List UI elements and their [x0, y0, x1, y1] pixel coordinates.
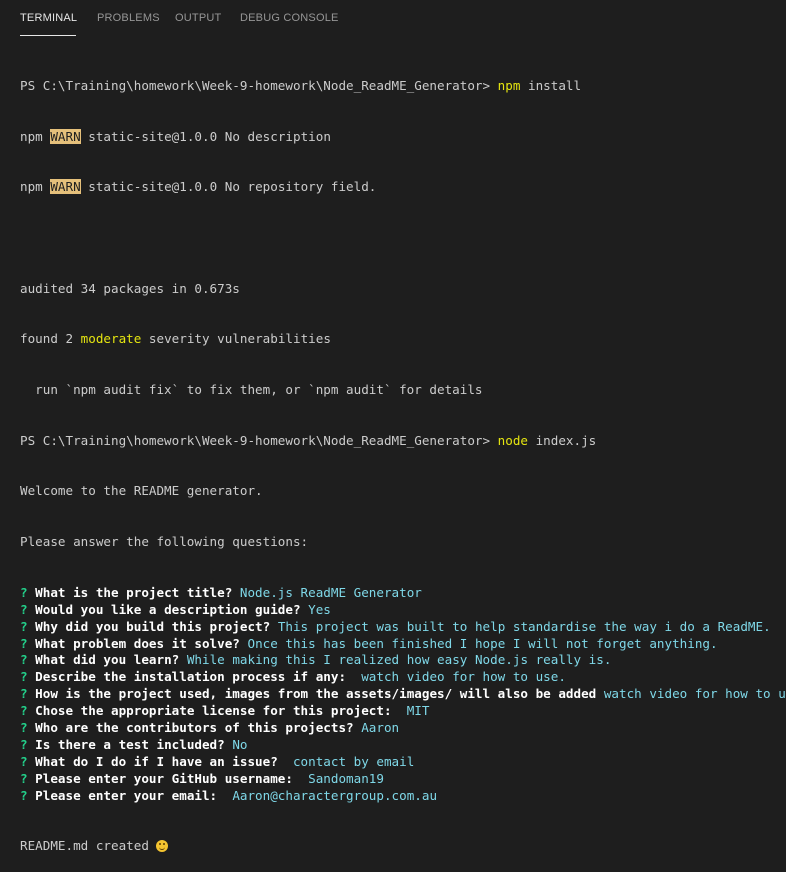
tab-output[interactable]: OUTPUT [175, 12, 221, 24]
question-text: What do I do if I have an issue? [35, 753, 293, 769]
answer-text: watch video for how to use. [603, 686, 786, 702]
answer-text: Aaron [361, 719, 400, 735]
terminal-line-welcome: Welcome to the README generator. [20, 483, 263, 499]
question-mark: ? [20, 601, 36, 617]
terminal-line-question: ? Would you like a description guide? Ye… [20, 602, 786, 619]
question-mark: ? [20, 652, 36, 668]
terminal-line-question: ? How is the project used, images from t… [20, 686, 786, 703]
answer-text: While making this I realized how easy No… [186, 652, 612, 668]
found-prefix: found 2 [20, 331, 81, 347]
answer-text: MIT [406, 703, 430, 719]
question-text: Why did you build this project? [35, 618, 278, 634]
tab-debug-console[interactable]: DEBUG CONSOLE [240, 12, 339, 24]
terminal-line-question: ? What is the project title? Node.js Rea… [20, 585, 786, 602]
question-mark: ? [20, 635, 36, 651]
question-mark: ? [20, 719, 36, 735]
terminal-line-question: ? Is there a test included? No [20, 737, 786, 754]
answer-text: No [232, 736, 248, 752]
answer-text: watch video for how to use. [361, 669, 566, 685]
found-suffix: severity vulnerabilities [141, 331, 331, 347]
severity-moderate: moderate [80, 331, 142, 347]
terminal-line-prompt: PS C:\Training\homework\Week-9-homework\… [20, 433, 786, 450]
created-text: README.md created [20, 838, 157, 854]
question-mark: ? [20, 584, 36, 600]
terminal-line-found: found 2 moderate severity vulnerabilitie… [20, 331, 786, 348]
answer-text: contact by email [292, 753, 415, 769]
terminal-line-please: Please answer the following questions: [20, 534, 309, 550]
command-name: node [497, 432, 529, 448]
question-text: Please enter your email: [35, 787, 233, 803]
question-text: Chose the appropriate license for this p… [35, 703, 407, 719]
terminal-line-question: ? Why did you build this project? This p… [20, 619, 786, 636]
terminal-line-question: ? What did you learn? While making this … [20, 652, 786, 669]
question-mark: ? [20, 669, 36, 685]
answer-text: Sandoman19 [308, 770, 384, 786]
answer-text: Once this has been finished I hope I wil… [247, 635, 718, 651]
tab-problems[interactable]: PROBLEMS [97, 12, 160, 24]
answer-text: Aaron@charactergroup.com.au [232, 787, 438, 803]
question-text: Describe the installation process if any… [35, 669, 362, 685]
warn-prefix: npm [20, 179, 51, 195]
question-mark: ? [20, 618, 36, 634]
terminal-line-fix-hint: run `npm audit fix` to fix them, or `npm… [20, 382, 483, 398]
terminal-line-question: ? Chose the appropriate license for this… [20, 703, 786, 720]
warn-tag: WARN [50, 179, 81, 195]
question-text: Is there a test included? [35, 736, 233, 752]
terminal-line-question: ? Please enter your email: Aaron@charact… [20, 788, 786, 805]
active-tab-indicator [20, 35, 76, 36]
question-text: Who are the contributors of this project… [35, 719, 362, 735]
command-args: install [520, 77, 582, 93]
question-text: What problem does it solve? [35, 635, 248, 651]
warn-prefix: npm [20, 128, 51, 144]
command-name: npm [497, 77, 521, 93]
question-list: ? What is the project title? Node.js Rea… [20, 585, 786, 805]
prompt-path: PS C:\Training\homework\Week-9-homework\… [20, 77, 498, 93]
answer-text: Yes [308, 601, 331, 617]
question-text: Please enter your GitHub username: [35, 770, 309, 786]
question-text: How is the project used, images from the… [35, 686, 604, 702]
terminal-line-question: ? What do I do if I have an issue? conta… [20, 754, 786, 771]
terminal-line-prompt: PS C:\Training\homework\Week-9-homework\… [20, 78, 786, 95]
warn-text: static-site@1.0.0 No repository field. [80, 179, 377, 195]
warn-text: static-site@1.0.0 No description [80, 128, 331, 144]
answer-text: Node.js ReadME Generator [239, 584, 422, 600]
terminal-line-audited: audited 34 packages in 0.673s [20, 280, 240, 296]
terminal-line-question: ? Describe the installation process if a… [20, 669, 786, 686]
question-text: What is the project title? [35, 584, 240, 600]
terminal-line-question: ? What problem does it solve? Once this … [20, 636, 786, 653]
prompt-path: PS C:\Training\homework\Week-9-homework\… [20, 432, 498, 448]
smiling-face-icon [156, 840, 169, 853]
terminal-line-question: ? Who are the contributors of this proje… [20, 720, 786, 737]
question-mark: ? [20, 770, 36, 786]
terminal-line-created: README.md created [20, 838, 786, 855]
question-mark: ? [20, 736, 36, 752]
question-mark: ? [20, 686, 36, 702]
question-mark: ? [20, 753, 36, 769]
terminal-line-warn: npm WARN static-site@1.0.0 No repository… [20, 179, 786, 196]
panel-tab-bar: TERMINAL PROBLEMS OUTPUT DEBUG CONSOLE [0, 0, 786, 38]
question-text: What did you learn? [35, 652, 187, 668]
question-mark: ? [20, 703, 36, 719]
tab-terminal[interactable]: TERMINAL [20, 12, 77, 24]
question-mark: ? [20, 787, 36, 803]
question-text: Would you like a description guide? [35, 601, 309, 617]
answer-text: This project was built to help standardi… [277, 618, 771, 634]
terminal-line-warn: npm WARN static-site@1.0.0 No descriptio… [20, 128, 786, 146]
terminal-output[interactable]: PS C:\Training\homework\Week-9-homework\… [20, 44, 786, 872]
terminal-line-question: ? Please enter your GitHub username: San… [20, 771, 786, 788]
warn-tag: WARN [50, 128, 81, 144]
command-args: index.js [528, 432, 597, 448]
